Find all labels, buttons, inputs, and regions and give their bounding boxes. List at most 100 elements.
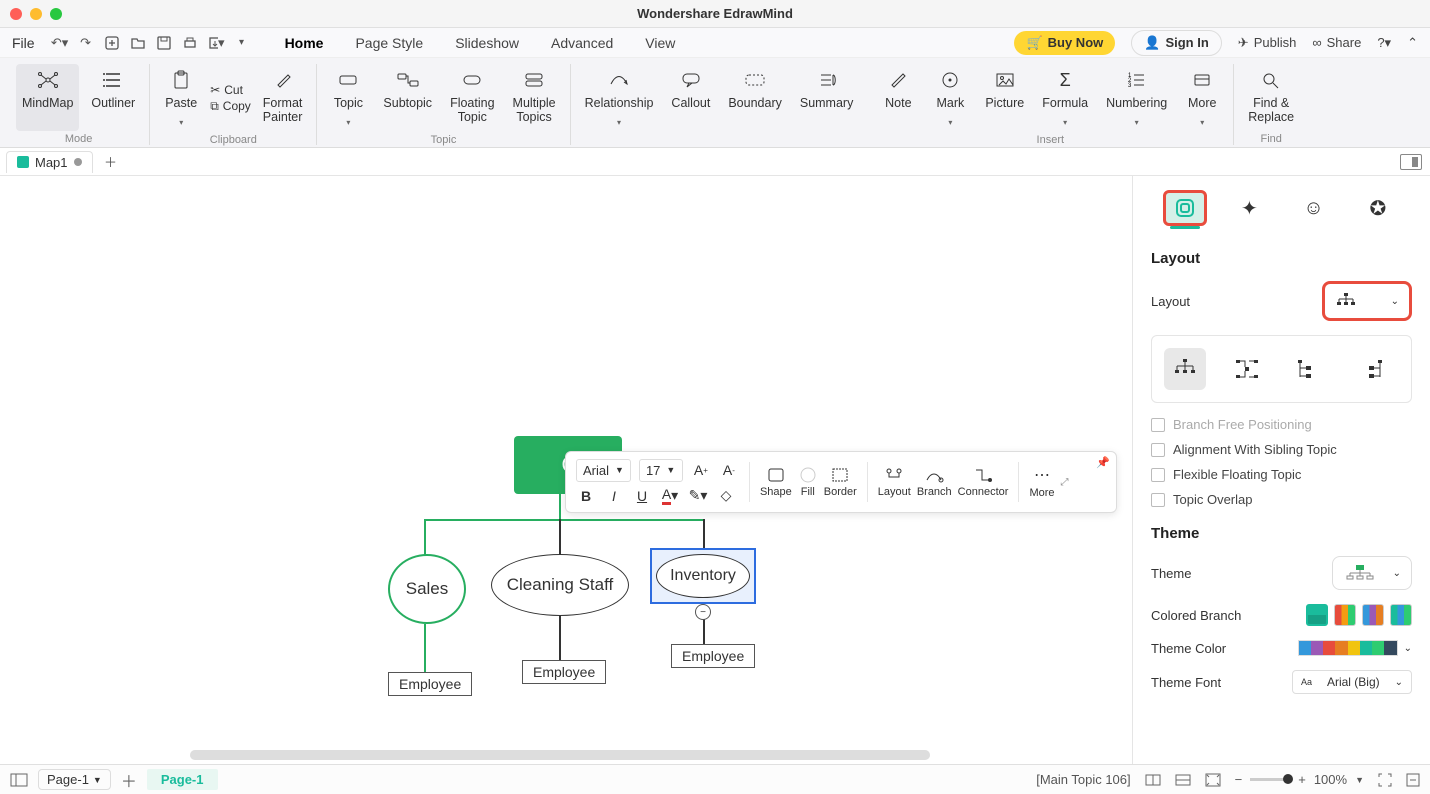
swatch-2[interactable] xyxy=(1334,604,1356,626)
italic-icon[interactable]: I xyxy=(604,486,624,506)
node-inventory-selected[interactable]: Inventory xyxy=(650,548,756,604)
paste-dropdown[interactable] xyxy=(179,114,183,128)
highlight-icon[interactable]: ✎▾ xyxy=(688,486,708,506)
numbering-dd[interactable] xyxy=(1135,114,1139,128)
collapse-node-button[interactable]: − xyxy=(695,604,711,620)
node-employee-1[interactable]: Employee xyxy=(388,672,472,696)
paste-button[interactable]: Paste xyxy=(158,64,204,132)
add-tab-button[interactable]: ＋ xyxy=(101,152,121,172)
layout-opt-tree-right[interactable] xyxy=(1288,348,1330,390)
doc-tab-map1[interactable]: Map1 xyxy=(6,151,93,173)
sp-tab-style[interactable] xyxy=(1163,190,1207,226)
tab-advanced[interactable]: Advanced xyxy=(545,31,619,55)
node-sales[interactable]: Sales xyxy=(388,554,466,624)
share-button[interactable]: ∞ Share xyxy=(1312,35,1361,50)
fb-layout[interactable]: Layout xyxy=(878,466,911,498)
redo-icon[interactable]: ↷ xyxy=(77,34,95,52)
layout-opt-tree-both[interactable] xyxy=(1226,348,1268,390)
sp-tab-icon[interactable]: ☺ xyxy=(1292,190,1336,226)
copy-button[interactable]: ⧉Copy xyxy=(210,99,251,114)
tab-page-style[interactable]: Page Style xyxy=(349,31,429,55)
decrease-font-icon[interactable]: A- xyxy=(719,460,739,480)
rel-dd[interactable] xyxy=(617,114,621,128)
page-tab-1[interactable]: Page-1 xyxy=(147,769,218,790)
sp-tab-clipart[interactable]: ✪ xyxy=(1356,190,1400,226)
topic-button[interactable]: Topic xyxy=(325,64,371,132)
formula-button[interactable]: ΣFormula xyxy=(1036,64,1094,132)
fb-connector[interactable]: Connector xyxy=(958,466,1009,498)
font-color-icon[interactable]: A▾ xyxy=(660,486,680,506)
font-select[interactable]: Arial▼ xyxy=(576,459,631,482)
tab-slideshow[interactable]: Slideshow xyxy=(449,31,525,55)
boundary-button[interactable]: Boundary xyxy=(722,64,788,132)
callout-button[interactable]: Callout xyxy=(665,64,716,132)
fb-shape[interactable]: Shape xyxy=(760,466,792,498)
find-replace-button[interactable]: Find & Replace xyxy=(1242,64,1300,131)
buy-now-button[interactable]: 🛒 Buy Now xyxy=(1014,31,1115,55)
pin-icon[interactable]: 📌 xyxy=(1096,456,1110,469)
open-icon[interactable] xyxy=(129,34,147,52)
tab-home[interactable]: Home xyxy=(279,31,330,55)
customize-qat-icon[interactable]: ▾ xyxy=(233,34,251,52)
chk-overlap[interactable]: Topic Overlap xyxy=(1151,492,1412,507)
file-menu[interactable]: File xyxy=(12,35,35,51)
underline-icon[interactable]: U xyxy=(632,486,652,506)
layout-dropdown[interactable]: ⌄ xyxy=(1322,281,1412,321)
mark-dd[interactable] xyxy=(948,114,952,128)
zoom-in-button[interactable]: + xyxy=(1298,772,1306,787)
bold-icon[interactable]: B xyxy=(576,486,596,506)
layout-opt-tree-down[interactable] xyxy=(1164,348,1206,390)
sp-tab-ai[interactable]: ✦ xyxy=(1227,190,1271,226)
swatch-4[interactable] xyxy=(1390,604,1412,626)
close-window[interactable] xyxy=(10,8,22,20)
zoom-out-button[interactable]: − xyxy=(1235,772,1243,787)
new-icon[interactable] xyxy=(103,34,121,52)
horizontal-scrollbar[interactable] xyxy=(190,750,930,760)
swatch-1[interactable] xyxy=(1306,604,1328,626)
layout-opt-tree-left[interactable] xyxy=(1350,348,1392,390)
summary-button[interactable]: Summary xyxy=(794,64,859,132)
fb-expand-icon[interactable]: ⤢ xyxy=(1061,477,1069,488)
increase-font-icon[interactable]: A+ xyxy=(691,460,711,480)
mindmap-button[interactable]: MindMap xyxy=(16,64,79,131)
collapse-ribbon-icon[interactable]: ⌃ xyxy=(1407,35,1418,51)
undo-icon[interactable]: ↶▾ xyxy=(51,34,69,52)
chk-flexible[interactable]: Flexible Floating Topic xyxy=(1151,467,1412,482)
maximize-window[interactable] xyxy=(50,8,62,20)
fb-fill[interactable]: Fill xyxy=(798,466,818,498)
page-select[interactable]: Page-1▼ xyxy=(38,769,111,790)
more-dd[interactable] xyxy=(1200,114,1204,128)
view-mode-2-icon[interactable] xyxy=(1175,774,1191,786)
node-employee-2[interactable]: Employee xyxy=(522,660,606,684)
chk-align-sibling[interactable]: Alignment With Sibling Topic xyxy=(1151,442,1412,457)
clear-format-icon[interactable]: ◇ xyxy=(716,486,736,506)
relationship-button[interactable]: Relationship xyxy=(579,64,660,132)
view-mode-1-icon[interactable] xyxy=(1145,774,1161,786)
chevron-down-icon[interactable]: ⌄ xyxy=(1404,643,1412,654)
topic-dd[interactable] xyxy=(346,114,350,128)
theme-font-select[interactable]: Aa Arial (Big) ⌄ xyxy=(1292,670,1412,694)
swatch-3[interactable] xyxy=(1362,604,1384,626)
more-insert-button[interactable]: More xyxy=(1179,64,1225,132)
fit-page-icon[interactable] xyxy=(1205,773,1221,787)
canvas[interactable]: Ow Sales Cleaning Staff Inventory − Empl… xyxy=(0,176,1132,764)
format-painter-button[interactable]: Format Painter xyxy=(257,64,309,132)
theme-color-strip[interactable] xyxy=(1298,640,1398,656)
minimize-window[interactable] xyxy=(30,8,42,20)
signin-button[interactable]: 👤 Sign In xyxy=(1131,30,1222,56)
fb-more[interactable]: ⋯More xyxy=(1029,465,1054,499)
chevron-down-icon[interactable]: ▼ xyxy=(1355,775,1364,785)
floating-topic-button[interactable]: Floating Topic xyxy=(444,64,500,132)
theme-dropdown[interactable]: ⌄ xyxy=(1332,556,1412,590)
publish-button[interactable]: ✈ Publish xyxy=(1238,35,1297,51)
fb-branch[interactable]: Branch xyxy=(917,466,952,498)
fullscreen-icon[interactable] xyxy=(1378,773,1392,787)
node-employee-3[interactable]: Employee xyxy=(671,644,755,668)
multiple-topics-button[interactable]: Multiple Topics xyxy=(507,64,562,132)
tab-view[interactable]: View xyxy=(639,31,681,55)
fb-border[interactable]: Border xyxy=(824,466,857,498)
size-select[interactable]: 17▼ xyxy=(639,459,683,482)
outline-toggle-icon[interactable] xyxy=(10,773,28,787)
zoom-slider[interactable] xyxy=(1250,778,1290,781)
help-icon[interactable]: ?▾ xyxy=(1377,35,1391,51)
